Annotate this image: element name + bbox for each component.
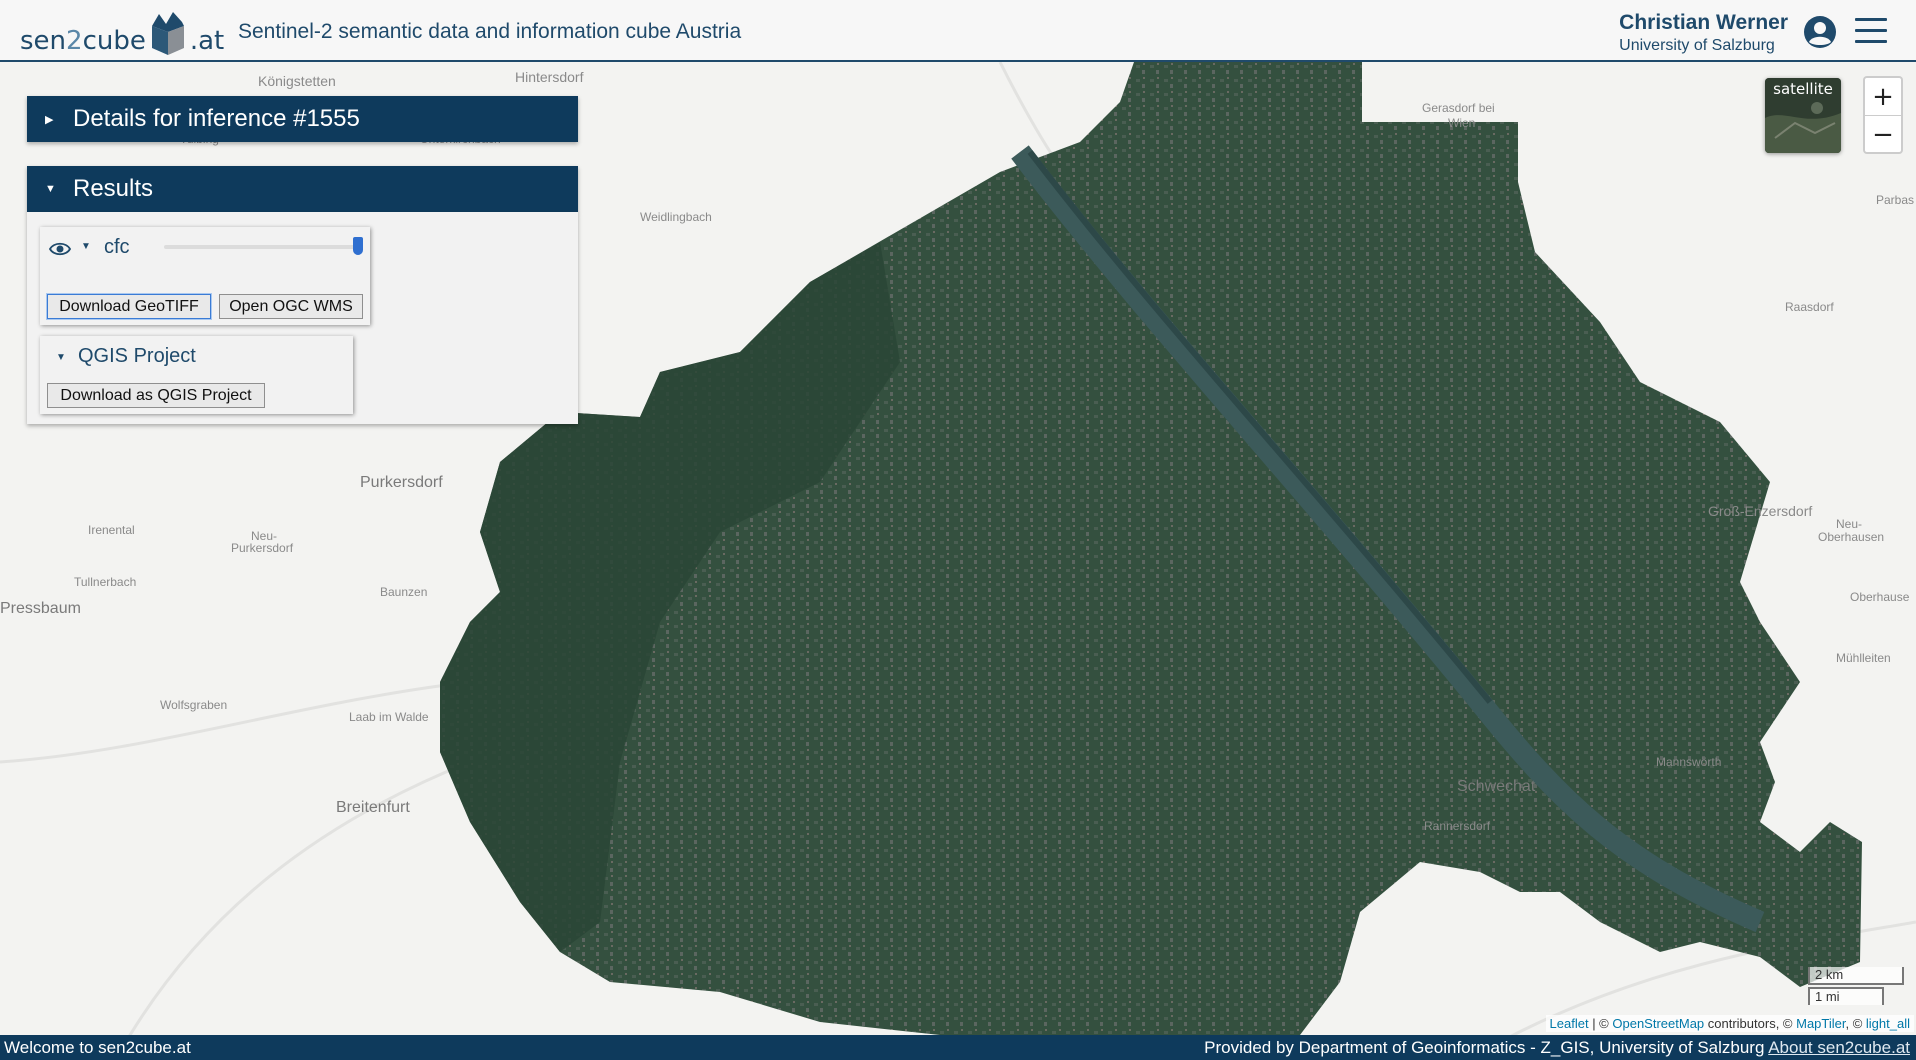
attrib-text: contributors, © [1704,1016,1797,1031]
place-label: Neu- [1836,517,1863,531]
scale-km: 2 km [1808,967,1904,985]
place-label: Mannswörth [1656,755,1722,769]
user-name: Christian Werner [1619,11,1788,34]
place-label: Mühlleiten [1836,651,1891,665]
place-label: Purkersdorf [231,541,294,555]
details-panel-header[interactable]: ▶ Details for inference #1555 [27,96,578,142]
about-link[interactable]: About sen2cube.at [1768,1038,1910,1057]
qgis-project-card: ▼ QGIS Project Download as QGIS Project [40,336,353,414]
place-label: Oberhausen [1818,530,1885,544]
light-all-link[interactable]: light_all [1866,1016,1910,1031]
download-qgis-project-button[interactable]: Download as QGIS Project [47,383,265,408]
place-label: Laab im Walde [349,710,429,724]
place-label: Schwechat [1457,778,1536,795]
place-label: Oberhause [1850,590,1910,604]
sen2cube-logo[interactable]: sen 2 cube .at [20,8,224,56]
place-label: Wolfsgraben [160,698,228,712]
logo-text-at: .at [189,26,225,56]
app-header: sen 2 cube .at Sentinel-2 semantic data an… [0,0,1916,62]
user-account-icon[interactable] [1803,15,1837,49]
cube-icon [149,8,187,56]
expanded-triangle-icon: ▼ [45,183,56,195]
results-panel-header[interactable]: ▼ Results [27,166,578,212]
scale-mi: 1 mi [1808,987,1884,1005]
qgis-project-title: QGIS Project [78,345,196,367]
osm-link[interactable]: OpenStreetMap [1612,1016,1704,1031]
place-label: Tullnerbach [74,575,137,589]
maptiler-link[interactable]: MapTiler [1796,1016,1845,1031]
logo-text-sen: sen [20,26,67,56]
place-label: Parbas [1876,193,1915,207]
collapsed-triangle-icon: ▶ [45,113,54,126]
place-label: Weidlingbach [640,210,712,224]
opacity-slider[interactable] [164,237,363,255]
app-title: Sentinel-2 semantic data and information… [238,20,742,43]
results-panel-body: ▼ cfc Download GeoTIFF Open OGC WMS ▼ QG… [27,212,578,424]
place-label: Wien [1448,116,1476,130]
details-panel-title: Details for inference #1555 [73,105,360,132]
leaflet-link[interactable]: Leaflet [1550,1016,1589,1031]
place-label: Hintersdorf [515,69,584,85]
user-org: University of Salzburg [1619,37,1775,54]
eye-visibility-icon[interactable] [49,241,71,257]
attrib-sep: | © [1588,1016,1613,1031]
zoom-out-button[interactable]: − [1865,116,1901,153]
qgis-expand-triangle-icon[interactable]: ▼ [56,352,66,363]
download-geotiff-button[interactable]: Download GeoTIFF [47,294,211,319]
place-label: Baunzen [380,585,428,599]
attrib-sep: , © [1845,1016,1866,1031]
map-attribution: Leaflet | © OpenStreetMap contributors, … [1545,1015,1914,1032]
place-label: Pressbaum [0,600,81,617]
user-info[interactable]: Christian Werner University of Salzburg [1619,11,1788,55]
app-footer: Welcome to sen2cube.at Provided by Depar… [0,1035,1916,1060]
footer-credits: Provided by Department of Geoinformatics… [1204,1038,1910,1058]
layer-switch-label: satellite [1773,80,1833,98]
place-label: Raasdorf [1785,300,1834,314]
logo-text-cube: cube [82,26,146,56]
place-label: Irenental [88,523,135,537]
place-label: Gerasdorf bei [1422,101,1495,115]
map-view[interactable]: Königstetten Hintersdorf Tulbing Unterki… [0,62,1916,1035]
layer-name: cfc [104,236,130,258]
open-ogc-wms-button[interactable]: Open OGC WMS [219,294,363,319]
logo-text-2: 2 [66,26,83,56]
place-label: Groß-Enzersdorf [1708,503,1813,519]
place-label: Purkersdorf [360,474,443,491]
place-label: Breitenfurt [336,799,410,816]
place-label: Königstetten [258,73,336,89]
opacity-slider-thumb[interactable] [353,237,363,255]
basemap-layer-switch[interactable]: satellite [1765,78,1841,153]
layer-card-cfc: ▼ cfc Download GeoTIFF Open OGC WMS [40,227,370,325]
footer-provided-by: Provided by Department of Geoinformatics… [1204,1038,1769,1057]
zoom-in-button[interactable]: + [1865,78,1901,115]
zoom-control: + − [1863,76,1903,154]
layer-expand-triangle-icon[interactable]: ▼ [81,241,91,252]
place-label: Rannersdorf [1424,819,1491,833]
hamburger-menu-icon[interactable] [1855,18,1887,46]
footer-welcome: Welcome to sen2cube.at [4,1038,191,1057]
results-panel-title: Results [73,175,154,202]
